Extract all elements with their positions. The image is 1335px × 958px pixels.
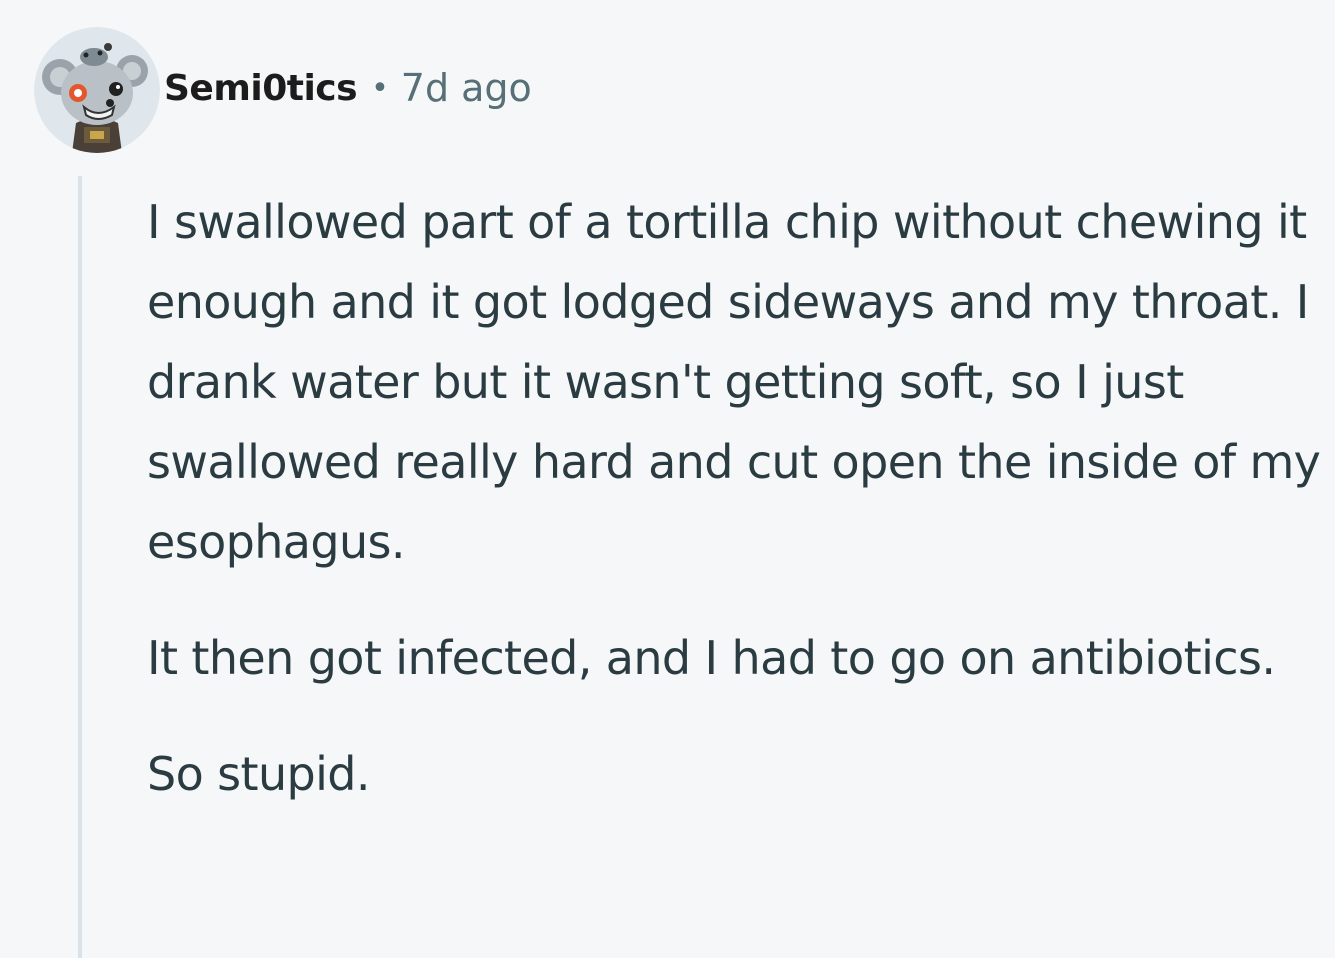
comment-paragraph: I swallowed part of a tortilla chip with… [147,195,1321,569]
comment-paragraph: It then got infected, and I had to go on… [147,631,1276,685]
comment: Semi0tics • 7d ago I swallowed part of a… [0,0,1335,958]
comment-body: I swallowed part of a tortilla chip with… [147,182,1327,850]
comment-timestamp[interactable]: 7d ago [401,66,532,110]
comment-meta: Semi0tics • 7d ago [164,66,532,110]
comment-header: Semi0tics • 7d ago [34,26,532,154]
thread-line[interactable] [78,176,82,958]
user-avatar-icon[interactable] [34,27,160,153]
comment-paragraph: So stupid. [147,747,371,801]
meta-separator: • [371,70,389,106]
username-link[interactable]: Semi0tics [164,68,358,109]
